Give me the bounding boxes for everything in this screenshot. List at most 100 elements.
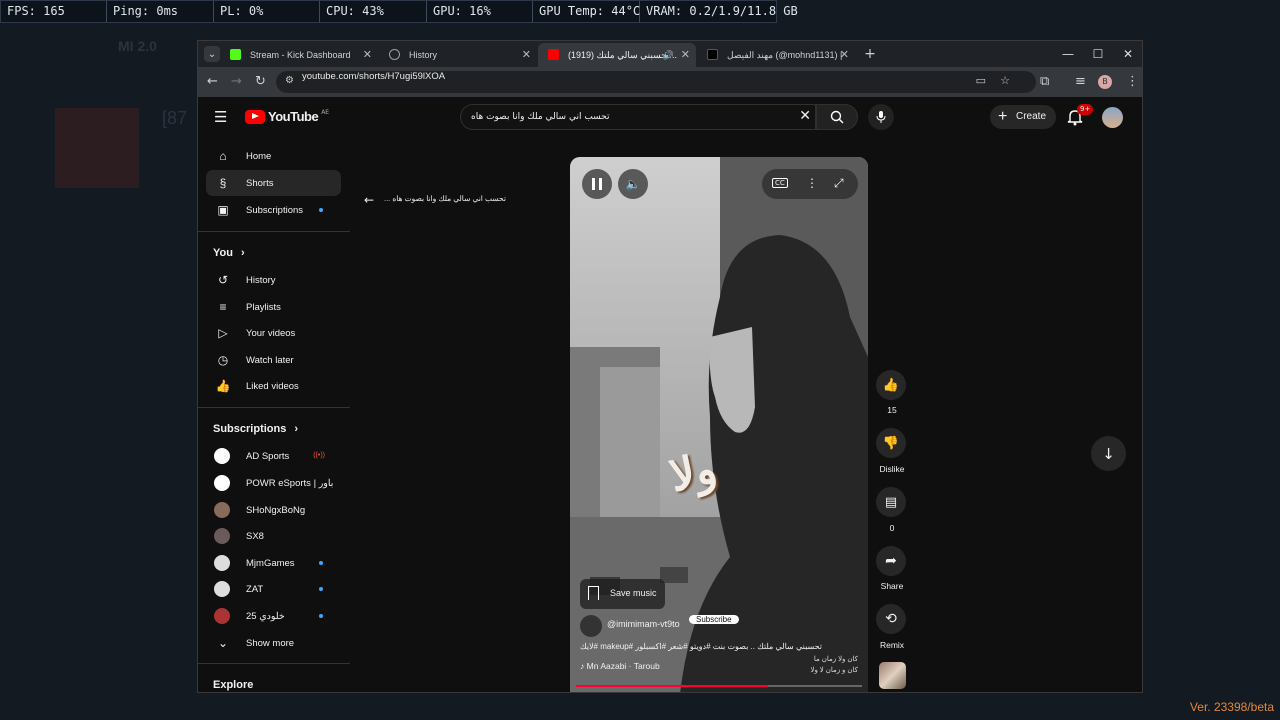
sound-thumbnail[interactable] — [879, 662, 906, 689]
media-controls-icon[interactable]: ≡ — [1075, 74, 1086, 89]
subscription-ad-sports[interactable]: AD Sports ((•)) — [206, 443, 341, 469]
fullscreen-icon[interactable]: ⤢ — [834, 176, 844, 191]
back-icon[interactable]: ← — [207, 74, 218, 89]
like-button[interactable]: 👍 — [876, 370, 906, 400]
tab-youtube-short[interactable]: (1919) تحسبني سالي ملتك .. 🔊 ✕ — [538, 43, 696, 67]
mute-button[interactable]: 🔈 — [618, 169, 648, 199]
dislike-button[interactable]: 👎 — [876, 428, 906, 458]
channel-avatar[interactable] — [580, 615, 602, 637]
menu-kebab-icon[interactable]: ⋮ — [1126, 74, 1139, 89]
tab-search-button[interactable]: ⌄ — [204, 46, 220, 62]
sidebar-item-playlists[interactable]: ≡ Playlists — [206, 294, 341, 320]
create-button[interactable]: + Create — [990, 105, 1056, 129]
sidebar-item-your-videos[interactable]: ▷ Your videos — [206, 320, 341, 346]
sidebar-item-label: Home — [246, 150, 272, 162]
pause-button[interactable] — [582, 169, 612, 199]
lyric-line: كان ولا زمان ما — [813, 656, 858, 663]
close-tab-icon[interactable]: ✕ — [840, 43, 849, 67]
audio-playing-icon[interactable]: 🔊 — [663, 43, 674, 67]
tiktok-icon — [707, 49, 718, 60]
live-icon: ((•)) — [313, 452, 325, 459]
new-content-dot — [319, 587, 323, 591]
watch-later-icon: ◷ — [217, 353, 229, 367]
like-count: 15 — [887, 405, 897, 415]
subscriptions-section-header[interactable]: Subscriptions › — [213, 423, 298, 435]
show-more-button[interactable]: ⌄ Show more — [206, 630, 341, 656]
tab-kick-dashboard[interactable]: Stream - Kick Dashboard ✕ — [220, 43, 378, 67]
top-right-controls: CC ⋮ ⤢ — [762, 169, 858, 199]
vram-readout: VRAM: 0.2/1.9/11.8 GB — [646, 4, 798, 18]
cast-icon[interactable]: ▭ — [976, 74, 986, 87]
sidebar-item-history[interactable]: ↺ History — [206, 267, 341, 293]
performance-overlay: FPS: 165 Ping: 0ms PL: 0% CPU: 43% GPU: … — [0, 0, 798, 23]
sidebar-item-label: Liked videos — [246, 380, 299, 392]
sidebar-item-shorts[interactable]: § Shorts — [206, 170, 341, 196]
minimize-icon[interactable]: — — [1053, 41, 1083, 67]
close-tab-icon[interactable]: ✕ — [681, 43, 690, 67]
chevron-right-icon: › — [240, 247, 245, 259]
subscription-shongxbong[interactable]: SHoNgxBoNg — [206, 497, 341, 523]
more-options-icon[interactable]: ⋮ — [806, 176, 818, 190]
search-query: تحسب اني سالي ملك وانا بصوت هاه — [471, 112, 610, 122]
hamburger-menu-icon[interactable]: ☰ — [214, 108, 227, 126]
sidebar-item-label: Shorts — [246, 177, 274, 189]
subscription-zat[interactable]: ZAT — [206, 576, 341, 602]
subscriptions-icon: ▣ — [217, 203, 229, 217]
next-short-button[interactable]: ↓ — [1091, 436, 1126, 471]
new-tab-icon[interactable]: + — [862, 46, 878, 62]
youtube-logo[interactable]: YouTube AE — [245, 109, 329, 124]
sidebar-item-subscriptions[interactable]: ▣ Subscriptions — [206, 197, 341, 223]
close-window-icon[interactable]: ✕ — [1113, 41, 1142, 67]
packet-loss-readout: PL: 0% — [214, 1, 320, 22]
background-text: [87 — [162, 108, 188, 128]
channel-avatar — [214, 475, 230, 491]
subscription-kholoudi25[interactable]: خلودي 25 — [206, 603, 341, 629]
search-button[interactable] — [816, 104, 858, 130]
remix-button[interactable]: ⟲ — [876, 604, 906, 634]
bookmark-star-icon[interactable]: ☆ — [1000, 74, 1010, 87]
maximize-icon[interactable]: ☐ — [1083, 41, 1113, 67]
gpu-temp-readout: GPU Temp: 44°C — [533, 1, 640, 22]
close-tab-icon[interactable]: ✕ — [522, 43, 531, 67]
music-row[interactable]: ♪ Mn Aazabi · Taroub — [580, 661, 660, 671]
search-icon — [830, 110, 844, 124]
comments-button[interactable]: ▤ — [876, 487, 906, 517]
youtube-header: ☰ YouTube AE تحسب اني سالي ملك وانا بصوت… — [198, 97, 1142, 137]
thumbs-up-icon: 👍 — [882, 377, 900, 393]
search-input[interactable]: تحسب اني سالي ملك وانا بصوت هاه ✕ — [460, 104, 816, 130]
site-info-icon[interactable]: ⚙ — [285, 75, 294, 86]
reload-icon[interactable]: ↻ — [255, 74, 266, 89]
subscription-powr-esports[interactable]: POWR eSports | باور — [206, 470, 341, 496]
profile-avatar[interactable]: B — [1098, 75, 1112, 89]
voice-search-button[interactable] — [868, 104, 894, 130]
tab-label: Stream - Kick Dashboard — [250, 50, 351, 60]
arrow-down-icon: ↓ — [1102, 444, 1115, 463]
progress-track[interactable] — [576, 685, 862, 687]
captions-icon[interactable]: CC — [772, 178, 788, 188]
sidebar-item-watch-later[interactable]: ◷ Watch later — [206, 347, 341, 373]
back-arrow-icon[interactable]: ← — [364, 193, 374, 207]
channel-handle[interactable]: @imimimam-vt9to — [607, 619, 680, 629]
tab-tiktok[interactable]: مهند الفيصل (@mohnd1131) | ✕ — [697, 43, 855, 67]
extensions-icon[interactable]: ⧉ — [1040, 74, 1049, 89]
tab-strip: ⌄ Stream - Kick Dashboard ✕ History ✕ (1… — [198, 41, 1142, 67]
subscribe-button[interactable]: Subscribe — [689, 615, 739, 624]
tab-history[interactable]: History ✕ — [379, 43, 537, 67]
save-music-button[interactable]: Save music — [580, 579, 665, 609]
background-text: MI 2.0 — [118, 38, 157, 54]
new-content-dot — [319, 614, 323, 618]
account-avatar[interactable] — [1102, 107, 1123, 128]
url-field[interactable]: ⚙ youtube.com/shorts/H7ugi59lXOA ▭ ☆ — [276, 71, 1036, 93]
like-icon: 👍 — [215, 379, 231, 393]
subscription-sx8[interactable]: SX8 — [206, 523, 341, 549]
sidebar-item-liked-videos[interactable]: 👍 Liked videos — [206, 373, 341, 399]
country-code: AE — [321, 109, 330, 116]
subscription-mjmgames[interactable]: MjmGames — [206, 550, 341, 576]
share-button[interactable]: ➦ — [876, 546, 906, 576]
sidebar-item-home[interactable]: ⌂ Home — [206, 143, 341, 169]
close-tab-icon[interactable]: ✕ — [363, 43, 372, 67]
forward-icon[interactable]: → — [231, 74, 242, 89]
short-video-player[interactable]: ولا 🔈 CC ⋮ ⤢ Save music @imimimam-vt9to … — [570, 157, 868, 692]
clear-search-icon[interactable]: ✕ — [799, 108, 811, 124]
you-section-header[interactable]: You › — [213, 247, 245, 259]
